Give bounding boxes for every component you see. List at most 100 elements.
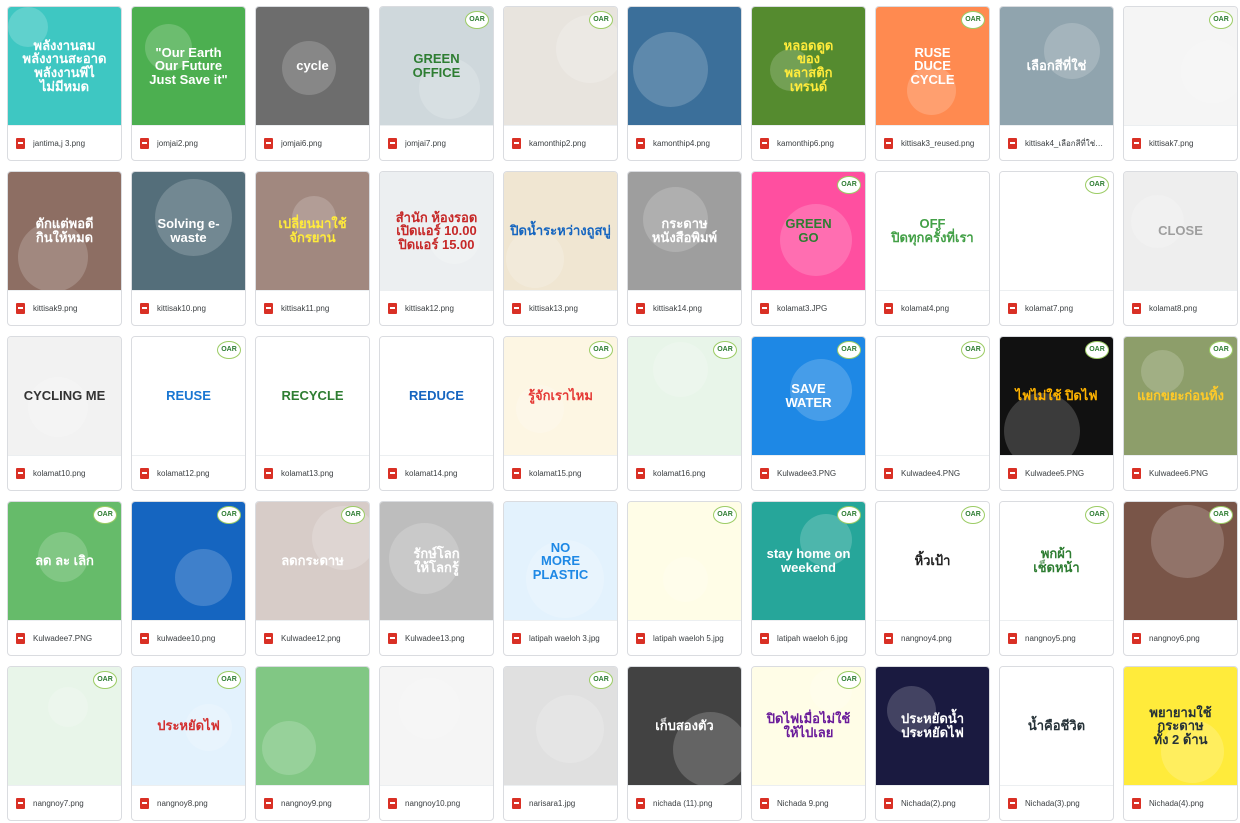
thumbnail-decoration (175, 549, 232, 606)
file-thumbnail: OAR (628, 502, 741, 620)
file-card[interactable]: Solving e- waste kittisak10.png (131, 171, 246, 326)
thumbnail-text: ปิดไฟเมื่อไม่ใช้ ให้ไปเลย (766, 711, 851, 740)
file-card[interactable]: OAR latipah waeloh 5.jpg (627, 501, 742, 656)
file-card[interactable]: แยกขยะก่อนทิ้ง OAR Kulwadee6.PNG (1123, 336, 1238, 491)
file-card[interactable]: OAR kolamat7.png (999, 171, 1114, 326)
file-thumbnail (380, 667, 493, 785)
oar-badge-icon: OAR (713, 341, 737, 359)
file-name: jantima,j 3.png (33, 138, 86, 148)
file-footer: Nichada 9.png (752, 785, 865, 820)
file-card[interactable]: เปลี่ยนมาใช้จักรยาน kittisak11.png (255, 171, 370, 326)
image-file-icon (1008, 137, 1017, 149)
file-card[interactable]: ลด ละ เลิก OAR Kulwadee7.PNG (7, 501, 122, 656)
file-name: jomjai6.png (281, 138, 322, 148)
file-card[interactable]: cycle jomjai6.png (255, 6, 370, 161)
file-card[interactable]: GREEN GO OAR kolamat3.JPG (751, 171, 866, 326)
file-card[interactable]: CYCLING ME kolamat10.png (7, 336, 122, 491)
file-thumbnail: ปิดไฟเมื่อไม่ใช้ ให้ไปเลย OAR (752, 667, 865, 785)
image-file-icon (388, 632, 397, 644)
file-card[interactable]: ลดกระดาษ OAR Kulwadee12.png (255, 501, 370, 656)
file-footer: kamonthip4.png (628, 125, 741, 160)
file-card[interactable]: รู้จักเราไหม OAR kolamat15.png (503, 336, 618, 491)
file-card[interactable]: "Our Earth Our Future Just Save it" jomja… (131, 6, 246, 161)
file-card[interactable]: SAVE WATER OAR Kulwadee3.PNG (751, 336, 866, 491)
image-file-icon (264, 797, 273, 809)
thumbnail-text: GREEN OFFICE (412, 51, 461, 80)
file-card[interactable]: รักษ์โลก ให้โลกรู้ Kulwadee13.png (379, 501, 494, 656)
file-footer: kulwadee10.png (132, 620, 245, 655)
file-card[interactable]: RUSE DUCE CYCLE OAR kittisak3_reused.png (875, 6, 990, 161)
thumbnail-text: REDUCE (409, 388, 464, 404)
file-name: nangnoy8.png (157, 798, 208, 808)
file-card[interactable]: ปิดน้ำระหว่างถูสบู่ kittisak13.png (503, 171, 618, 326)
file-footer: nichada (11).png (628, 785, 741, 820)
file-card[interactable]: หลอดดูด ของ พลาสติก เทรนด์ kamonthip6.png (751, 6, 866, 161)
thumbnail-text: เปลี่ยนมาใช้จักรยาน (278, 216, 347, 245)
file-card[interactable]: OAR nangnoy6.png (1123, 501, 1238, 656)
file-name: kolamat10.png (33, 468, 86, 478)
file-footer: kolamat14.png (380, 455, 493, 490)
file-thumbnail: REUSE OAR (132, 337, 245, 455)
file-name: Kulwadee4.PNG (901, 468, 961, 478)
oar-badge-icon: OAR (713, 506, 737, 524)
file-card[interactable]: กระดาษหนังสือพิมพ์ kittisak14.png (627, 171, 742, 326)
file-card[interactable]: หิ้วเป้า OAR nangnoy4.png (875, 501, 990, 656)
image-file-icon (1132, 467, 1141, 479)
image-file-icon (140, 302, 149, 314)
file-card[interactable]: nangnoy9.png (255, 666, 370, 821)
image-file-icon (388, 137, 397, 149)
file-name: Nichada(4).png (1149, 798, 1204, 808)
file-footer: nangnoy6.png (1124, 620, 1237, 655)
file-card[interactable]: OAR kittisak7.png (1123, 6, 1238, 161)
image-file-icon (140, 467, 149, 479)
file-footer: Nichada(2).png (876, 785, 989, 820)
oar-badge-icon: OAR (837, 671, 861, 689)
file-card[interactable]: เลือกสีที่ใช่ kittisak4_เลือกสีที่ใช่.png (999, 6, 1114, 161)
file-card[interactable]: OAR nangnoy7.png (7, 666, 122, 821)
file-card[interactable]: ตักแต่พอดี กินให้หมด kittisak9.png (7, 171, 122, 326)
file-card[interactable]: ไฟไม่ใช้ ปิดไฟ OAR Kulwadee5.PNG (999, 336, 1114, 491)
file-card[interactable]: RECYCLE kolamat13.png (255, 336, 370, 491)
file-card[interactable]: stay home on weekend OAR latipah waeloh 6.… (751, 501, 866, 656)
file-thumbnail: CYCLING ME (8, 337, 121, 455)
file-card[interactable]: OAR Kulwadee4.PNG (875, 336, 990, 491)
file-card[interactable]: OAR narisara1.jpg (503, 666, 618, 821)
file-card[interactable]: OAR kolamat16.png (627, 336, 742, 491)
image-file-icon (16, 632, 25, 644)
image-file-icon (1132, 797, 1141, 809)
file-name: kamonthip6.png (777, 138, 834, 148)
file-footer: Kulwadee3.PNG (752, 455, 865, 490)
file-thumbnail: ลด ละ เลิก OAR (8, 502, 121, 620)
file-card[interactable]: พยายามใช้กระดาษ ทั้ง 2 ด้าน Nichada(4).pn… (1123, 666, 1238, 821)
file-card[interactable]: สำนัก ห้องรอด เปิดแอร์ 10.00 ปิดแอร์ 15.… (379, 171, 494, 326)
file-thumbnail: น้ำคือชีวิต (1000, 667, 1113, 785)
file-card[interactable]: เก็บสองตัว nichada (11).png (627, 666, 742, 821)
file-card[interactable]: OAR kulwadee10.png (131, 501, 246, 656)
file-thumbnail: ลดกระดาษ OAR (256, 502, 369, 620)
thumbnail-text: พกผ้า เช็ดหน้า (1033, 546, 1080, 575)
file-name: kittisak7.png (1149, 138, 1194, 148)
file-card[interactable]: ประหยัดไฟ OAR nangnoy8.png (131, 666, 246, 821)
oar-badge-icon: OAR (837, 176, 861, 194)
file-card[interactable]: พลังงานลม พลังงานสะอาด พลังงานพีไ ไม่มีห… (7, 6, 122, 161)
file-card[interactable]: GREEN OFFICE OAR jomjai7.png (379, 6, 494, 161)
file-card[interactable]: nangnoy10.png (379, 666, 494, 821)
file-card[interactable]: OAR kamonthip2.png (503, 6, 618, 161)
file-card[interactable]: CLOSE kolamat8.png (1123, 171, 1238, 326)
image-file-icon (1008, 302, 1017, 314)
file-card[interactable]: ปิดไฟเมื่อไม่ใช้ ให้ไปเลย OAR Nichada 9.pn… (751, 666, 866, 821)
file-card[interactable]: พกผ้า เช็ดหน้า OAR nangnoy5.png (999, 501, 1114, 656)
image-file-icon (760, 302, 769, 314)
file-name: jomjai2.png (157, 138, 198, 148)
file-footer: kamonthip2.png (504, 125, 617, 160)
image-file-icon (388, 302, 397, 314)
file-card[interactable]: REUSE OAR kolamat12.png (131, 336, 246, 491)
file-card[interactable]: OFF ปิดทุกครั้งที่เรา kolamat4.png (875, 171, 990, 326)
image-file-icon (1008, 467, 1017, 479)
file-footer: nangnoy10.png (380, 785, 493, 820)
file-card[interactable]: REDUCE kolamat14.png (379, 336, 494, 491)
file-card[interactable]: NO MORE PLASTIC latipah waeloh 3.jpg (503, 501, 618, 656)
file-card[interactable]: ประหยัดน้ำ ประหยัดไฟ Nichada(2).png (875, 666, 990, 821)
file-card[interactable]: น้ำคือชีวิต Nichada(3).png (999, 666, 1114, 821)
file-card[interactable]: kamonthip4.png (627, 6, 742, 161)
